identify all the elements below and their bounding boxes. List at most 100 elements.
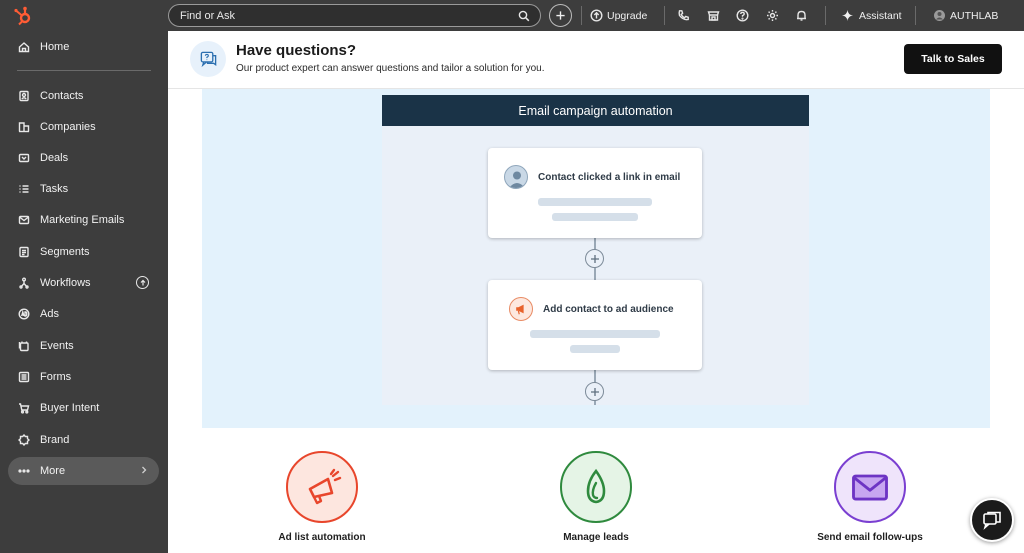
events-icon (17, 339, 31, 353)
feature-send-email-follow-ups[interactable]: Send email follow-ups (790, 451, 950, 543)
chevron-right-icon (139, 465, 149, 475)
sidebar-item-label: Ads (40, 308, 59, 320)
banner-title: Have questions? (236, 42, 357, 59)
sidebar-item-brand[interactable]: Brand (8, 426, 159, 454)
home-icon (17, 40, 31, 54)
workflow-action-card[interactable]: Add contact to ad audience (488, 280, 702, 370)
plus-icon (590, 387, 599, 396)
add-step-button[interactable] (585, 249, 604, 268)
help-icon[interactable] (736, 9, 749, 22)
sidebar-item-ads[interactable]: Ads (8, 300, 159, 328)
sidebar-item-events[interactable]: Events (8, 332, 159, 360)
sidebar-item-more[interactable]: More (8, 457, 159, 485)
sidebar-item-deals[interactable]: Deals (8, 144, 159, 172)
feature-ad-list-automation[interactable]: Ad list automation (242, 451, 402, 543)
assistant-sparkle-icon (841, 9, 854, 22)
sales-banner: Have questions? Our product expert can a… (168, 31, 1024, 89)
sidebar-item-segments[interactable]: Segments (8, 238, 159, 266)
sidebar-divider (17, 70, 151, 71)
sidebar-item-home[interactable]: Home (8, 33, 159, 61)
contact-avatar-icon (504, 165, 528, 189)
contacts-icon (17, 89, 31, 103)
notifications-bell-icon[interactable] (795, 9, 808, 22)
chat-bubble-icon (983, 511, 1001, 530)
envelope-icon (834, 451, 906, 523)
top-navigation-bar: Find or Ask Upgrade Assistant AUTHLAB (168, 0, 1024, 31)
tasks-icon (17, 182, 31, 196)
assistant-button[interactable]: Assistant (859, 0, 902, 31)
search-input[interactable]: Find or Ask (168, 4, 541, 27)
companies-icon (17, 120, 31, 134)
chat-launcher-button[interactable] (970, 498, 1014, 542)
main-content: Email campaign automation Contact clicke… (168, 89, 1024, 553)
deals-icon (17, 151, 31, 165)
sidebar-item-label: Buyer Intent (40, 402, 100, 414)
sidebar-item-label: Contacts (40, 90, 84, 102)
search-icon[interactable] (518, 10, 530, 22)
divider (581, 6, 582, 25)
flame-icon (560, 451, 632, 523)
sidebar-item-buyer-intent[interactable]: Buyer Intent (8, 394, 159, 422)
feature-label: Send email follow-ups (817, 532, 923, 543)
chat-question-icon (190, 41, 226, 77)
plus-icon (556, 11, 565, 20)
card-title: Contact clicked a link in email (538, 172, 681, 183)
talk-to-sales-button[interactable]: Talk to Sales (904, 44, 1002, 74)
buyer-intent-icon (17, 401, 31, 415)
megaphone-icon (286, 451, 358, 523)
sidebar-item-workflows[interactable]: Workflows (8, 269, 159, 297)
create-new-button[interactable] (549, 4, 572, 27)
phone-icon[interactable] (677, 9, 690, 22)
plus-icon (590, 254, 599, 263)
marketplace-icon[interactable] (707, 9, 720, 22)
sidebar-item-label: Tasks (40, 183, 69, 195)
sidebar-item-label: More (40, 465, 66, 477)
upgrade-link[interactable]: Upgrade (607, 0, 647, 31)
feature-label: Ad list automation (278, 532, 366, 543)
workflow-preview-panel: Email campaign automation Contact clicke… (202, 89, 990, 428)
divider (915, 6, 916, 25)
sidebar-item-forms[interactable]: Forms (8, 363, 159, 391)
ads-icon (17, 307, 31, 321)
sidebar-item-contacts[interactable]: Contacts (8, 82, 159, 110)
divider (664, 6, 665, 25)
sidebar-item-companies[interactable]: Companies (8, 113, 159, 141)
feature-label: Manage leads (563, 532, 629, 543)
sidebar: Home Contacts Companies Deals Tasks Mark… (0, 0, 168, 553)
sidebar-item-label: Forms (40, 371, 72, 383)
divider (825, 6, 826, 25)
segments-icon (17, 245, 31, 259)
account-name[interactable]: AUTHLAB (950, 0, 998, 31)
sidebar-item-label: Home (40, 41, 70, 53)
more-dots-icon (17, 464, 31, 478)
placeholder-bar (570, 345, 620, 353)
workflow-diagram: Email campaign automation Contact clicke… (382, 95, 809, 405)
sidebar-item-marketing-emails[interactable]: Marketing Emails (8, 206, 159, 234)
card-title: Add contact to ad audience (543, 304, 674, 315)
feature-manage-leads[interactable]: Manage leads (516, 451, 676, 543)
account-avatar-icon[interactable] (933, 9, 946, 22)
workflow-title: Email campaign automation (382, 95, 809, 126)
add-step-button[interactable] (585, 382, 604, 401)
search-placeholder: Find or Ask (180, 9, 236, 22)
sidebar-item-label: Deals (40, 152, 69, 164)
workflow-trigger-card[interactable]: Contact clicked a link in email (488, 148, 702, 238)
forms-icon (17, 370, 31, 384)
upgrade-arrow-icon (136, 276, 149, 289)
settings-gear-icon[interactable] (766, 9, 779, 22)
sidebar-item-label: Segments (40, 246, 90, 258)
sidebar-item-tasks[interactable]: Tasks (8, 175, 159, 203)
placeholder-bar (530, 330, 660, 338)
sidebar-item-label: Brand (40, 434, 70, 446)
hubspot-logo-icon[interactable] (12, 5, 34, 27)
megaphone-icon (509, 297, 533, 321)
upgrade-icon (590, 9, 603, 22)
sidebar-item-label: Events (40, 340, 74, 352)
placeholder-bar (552, 213, 638, 221)
sidebar-item-label: Companies (40, 121, 96, 133)
banner-subtitle: Our product expert can answer questions … (236, 63, 545, 74)
placeholder-bar (538, 198, 652, 206)
workflows-icon (17, 276, 31, 290)
email-icon (17, 213, 31, 227)
sidebar-item-label: Workflows (40, 277, 91, 289)
